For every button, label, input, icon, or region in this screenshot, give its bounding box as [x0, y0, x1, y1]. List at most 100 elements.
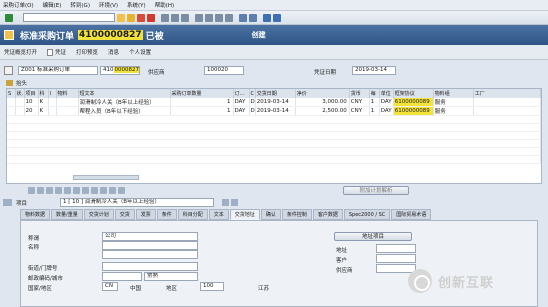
- street-field[interactable]: [102, 262, 198, 271]
- horizontal-scrollbar[interactable]: [73, 175, 139, 180]
- tab-confirmations[interactable]: 确认: [260, 209, 281, 220]
- back-icon[interactable]: [127, 13, 135, 22]
- sum-icon[interactable]: [100, 186, 107, 194]
- command-field[interactable]: [23, 13, 115, 22]
- doc-date-field[interactable]: 2019-03-14: [352, 66, 396, 75]
- tab-spec2000[interactable]: Spec2000 / SC: [343, 209, 391, 220]
- first-page-icon[interactable]: [195, 13, 203, 22]
- item-dropdown[interactable]: 1 [ 10 ] 润滑制冷人关（B年以上经验）: [60, 198, 214, 207]
- expand-header-icon[interactable]: [6, 80, 13, 86]
- menu-goto[interactable]: 转到(G): [70, 1, 90, 9]
- name-field-2[interactable]: [102, 250, 198, 259]
- col-header[interactable]: 短文本: [78, 89, 171, 98]
- col-header[interactable]: 框架协议: [393, 89, 434, 98]
- cancel-icon[interactable]: [147, 13, 155, 22]
- logo-icon: [408, 269, 432, 293]
- tab-quantity-weight[interactable]: 数量/重量: [51, 209, 83, 220]
- tab-material-data[interactable]: 物料数据: [20, 209, 51, 220]
- document-icon[interactable]: [47, 48, 54, 56]
- tab-delivery[interactable]: 交货: [114, 209, 135, 220]
- col-header[interactable]: 采购订单数量: [170, 89, 234, 98]
- menu-system[interactable]: 系统(Y): [127, 1, 146, 9]
- prev-item-icon[interactable]: [222, 199, 229, 206]
- print-preview-button[interactable]: 打印预览: [76, 48, 98, 56]
- postcode-field[interactable]: [102, 272, 142, 281]
- city-field[interactable]: 常熟: [144, 272, 198, 281]
- export-icon[interactable]: [109, 186, 116, 194]
- select-all-icon[interactable]: [37, 186, 44, 194]
- prev-page-icon[interactable]: [205, 13, 213, 22]
- print-icon[interactable]: [161, 13, 169, 22]
- col-header[interactable]: 状.: [15, 89, 25, 98]
- last-page-icon[interactable]: [225, 13, 233, 22]
- col-header[interactable]: 每: [369, 89, 380, 98]
- col-header[interactable]: 单位: [379, 89, 394, 98]
- tab-condition-control[interactable]: 条件控制: [281, 209, 312, 220]
- col-header[interactable]: 物料组: [433, 89, 474, 98]
- col-header[interactable]: 工厂: [473, 89, 542, 98]
- help-icon[interactable]: [263, 13, 271, 22]
- settings-icon[interactable]: [118, 186, 125, 194]
- customer-field[interactable]: [376, 254, 416, 263]
- street-label: 街道/门牌号: [28, 266, 58, 272]
- collapse-item-icon[interactable]: [3, 199, 12, 206]
- deselect-icon[interactable]: [46, 186, 53, 194]
- tab-conditions[interactable]: 条件: [156, 209, 177, 220]
- country-code-field[interactable]: CN: [102, 282, 118, 291]
- enter-icon[interactable]: [5, 13, 13, 22]
- sort-desc-icon[interactable]: [82, 186, 89, 194]
- col-header[interactable]: 项目: [24, 89, 39, 98]
- shortcut-icon[interactable]: [249, 13, 257, 22]
- tab-delivery-address[interactable]: 交货地址: [229, 209, 260, 220]
- find-next-icon[interactable]: [181, 13, 189, 22]
- tab-texts[interactable]: 文本: [208, 209, 229, 220]
- address-field[interactable]: [376, 244, 416, 253]
- menu-edit[interactable]: 编辑(E): [43, 1, 62, 9]
- messages-button[interactable]: 消息: [108, 48, 119, 56]
- find-icon[interactable]: [171, 13, 179, 22]
- col-header[interactable]: 物料: [56, 89, 79, 98]
- tab-invoice[interactable]: 发票: [135, 209, 156, 220]
- new-session-icon[interactable]: [239, 13, 247, 22]
- col-header[interactable]: 净价: [295, 89, 350, 98]
- document-button[interactable]: 凭证: [55, 48, 66, 56]
- menu-help[interactable]: 帮助(H): [155, 1, 174, 9]
- exit-icon[interactable]: [137, 13, 145, 22]
- region-code-field[interactable]: 100: [200, 282, 224, 291]
- details-icon[interactable]: [28, 186, 35, 194]
- vendor-address-label: 供应商: [336, 268, 353, 274]
- table-row[interactable]: 20 K 帮程入员（B年以下经验） 1 DAY D 2019-03-14 2,5…: [7, 106, 542, 116]
- sort-asc-icon[interactable]: [73, 186, 80, 194]
- po-number-highlight: 4100000827: [78, 30, 143, 40]
- vendor-field[interactable]: 100020: [204, 66, 244, 75]
- personal-settings-button[interactable]: 个人设置: [129, 48, 151, 56]
- col-header[interactable]: S: [7, 89, 16, 98]
- menu-purchase-order[interactable]: 采购订单(O): [3, 1, 34, 9]
- next-page-icon[interactable]: [215, 13, 223, 22]
- tab-delivery-schedule[interactable]: 交货计划: [83, 209, 114, 220]
- tab-account-assignment[interactable]: 科目分配: [177, 209, 208, 220]
- filter-icon[interactable]: [91, 186, 98, 194]
- layout-icon[interactable]: [273, 13, 281, 22]
- delete-icon[interactable]: [64, 186, 71, 194]
- col-header[interactable]: 订...: [233, 89, 250, 98]
- tab-incoterms[interactable]: 国际贸易术语: [391, 209, 432, 220]
- table-row[interactable]: 10 K 润滑制冷人关（B年以上经验） 1 DAY D 2019-03-14 3…: [7, 98, 542, 107]
- doc-overview-button[interactable]: 凭证概览打开: [4, 48, 37, 56]
- col-header[interactable]: 交货日期: [255, 89, 296, 98]
- title-dropdown[interactable]: 公司: [102, 232, 198, 241]
- name-field[interactable]: [102, 241, 198, 250]
- copy-icon[interactable]: [55, 186, 62, 194]
- next-item-icon[interactable]: [231, 199, 238, 206]
- col-header[interactable]: I: [48, 89, 57, 98]
- menu-environment[interactable]: 环境(V): [99, 1, 118, 9]
- save-icon[interactable]: [117, 13, 125, 22]
- doc-type-field[interactable]: Z001 标准采购订单: [18, 66, 98, 75]
- col-header[interactable]: 货币: [349, 89, 370, 98]
- po-number-field[interactable]: 4100000827: [100, 66, 140, 75]
- address-item-button[interactable]: 地址项目: [334, 232, 412, 241]
- additional-planning-button[interactable]: 附加计划解析: [343, 185, 409, 195]
- col-header[interactable]: 科: [38, 89, 49, 98]
- tab-customer-data[interactable]: 客户数据: [312, 209, 343, 220]
- doc-icon: [4, 30, 14, 40]
